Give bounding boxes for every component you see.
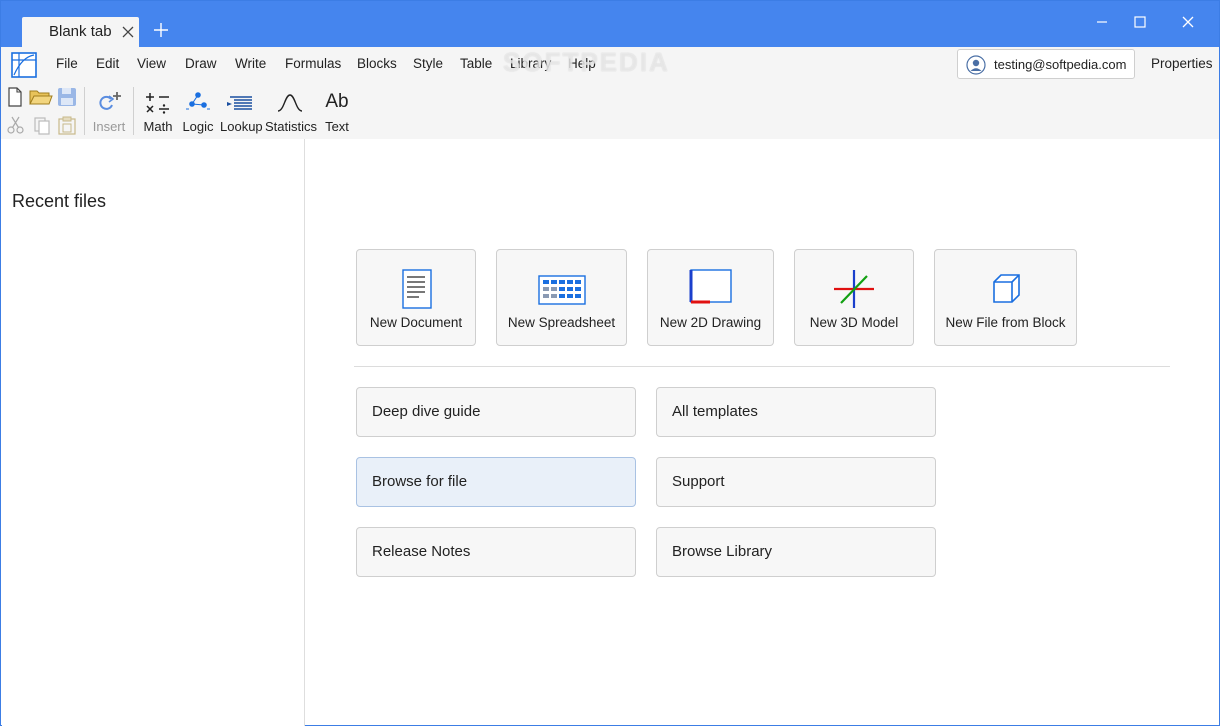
- menu-table[interactable]: Table: [460, 56, 492, 71]
- menu-write[interactable]: Write: [235, 56, 266, 71]
- new-2d-drawing-card[interactable]: New 2D Drawing: [647, 249, 774, 346]
- menu-draw[interactable]: Draw: [185, 56, 217, 71]
- menu-view[interactable]: View: [137, 56, 166, 71]
- logic-label: Logic: [182, 119, 214, 134]
- text-button[interactable]: Ab Text: [321, 91, 353, 137]
- account-email: testing@softpedia.com: [994, 57, 1127, 72]
- menu-file[interactable]: File: [56, 56, 78, 71]
- save-icon[interactable]: [57, 87, 77, 107]
- spreadsheet-icon: [537, 275, 586, 305]
- insert-button[interactable]: Insert: [90, 91, 128, 137]
- tab-label: Blank tab: [49, 23, 112, 40]
- statistics-label: Statistics: [265, 119, 318, 134]
- toolbar-separator: [84, 87, 85, 135]
- menu-formulas[interactable]: Formulas: [285, 56, 341, 71]
- open-folder-icon[interactable]: [29, 87, 53, 107]
- minimize-icon[interactable]: [1091, 11, 1113, 33]
- new-3d-model-label: New 3D Model: [809, 315, 899, 330]
- toolbar: Insert Math Logic Lookup Statistics Ab T…: [1, 81, 1219, 139]
- new-document-card[interactable]: New Document: [356, 249, 476, 346]
- title-bar: Blank tab: [1, 1, 1219, 47]
- logic-nodes-icon: [186, 92, 210, 110]
- deep-dive-guide-label: Deep dive guide: [372, 403, 481, 420]
- menu-blocks[interactable]: Blocks: [357, 56, 397, 71]
- new-spreadsheet-card[interactable]: New Spreadsheet: [496, 249, 627, 346]
- new-document-label: New Document: [369, 315, 463, 330]
- insert-icon: [99, 92, 121, 110]
- insert-label: Insert: [92, 119, 126, 134]
- paste-icon[interactable]: [57, 115, 77, 135]
- support-label: Support: [672, 473, 725, 490]
- math-label: Math: [143, 119, 173, 134]
- math-operators-icon: [146, 93, 169, 114]
- document-icon: [402, 269, 432, 309]
- recent-files-panel: Recent files: [2, 139, 305, 726]
- tab-blank[interactable]: Blank tab: [22, 17, 139, 47]
- cube-icon: [992, 274, 1020, 303]
- new-3d-model-card[interactable]: New 3D Model: [794, 249, 914, 346]
- copy-icon[interactable]: [32, 115, 52, 135]
- lookup-table-icon: [227, 96, 252, 110]
- new-2d-drawing-label: New 2D Drawing: [659, 315, 762, 330]
- toolbar-separator: [133, 87, 134, 135]
- release-notes-label: Release Notes: [372, 543, 471, 560]
- menu-style[interactable]: Style: [413, 56, 443, 71]
- new-spreadsheet-label: New Spreadsheet: [507, 315, 616, 330]
- all-templates-button[interactable]: All templates: [656, 387, 936, 437]
- 2d-drawing-icon: [689, 269, 732, 304]
- new-file-icon[interactable]: [5, 87, 25, 107]
- recent-files-title: Recent files: [12, 191, 107, 211]
- close-tab-icon[interactable]: [120, 24, 136, 40]
- watermark: SOFTPEDIA: [503, 47, 670, 77]
- 3d-axes-icon: [834, 270, 874, 308]
- lookup-label: Lookup: [220, 119, 263, 134]
- account-button[interactable]: testing@softpedia.com: [957, 49, 1135, 79]
- properties-button[interactable]: Properties: [1151, 56, 1213, 71]
- bell-curve-icon: [277, 94, 303, 112]
- browse-for-file-button[interactable]: Browse for file: [356, 457, 636, 507]
- app-logo-icon[interactable]: [10, 51, 38, 79]
- browse-library-button[interactable]: Browse Library: [656, 527, 936, 577]
- release-notes-button[interactable]: Release Notes: [356, 527, 636, 577]
- section-divider: [354, 366, 1170, 367]
- all-templates-label: All templates: [672, 403, 758, 420]
- text-style-icon: Ab: [325, 91, 349, 112]
- text-label: Text: [325, 119, 349, 134]
- cut-icon[interactable]: [6, 115, 26, 135]
- logic-button[interactable]: Logic: [181, 91, 215, 137]
- math-button[interactable]: Math: [141, 91, 175, 137]
- browse-for-file-label: Browse for file: [372, 473, 468, 490]
- browse-library-label: Browse Library: [672, 543, 773, 560]
- new-file-from-block-label: New File from Block: [945, 315, 1066, 330]
- statistics-button[interactable]: Statistics: [265, 91, 318, 137]
- support-button[interactable]: Support: [656, 457, 936, 507]
- menu-edit[interactable]: Edit: [96, 56, 119, 71]
- close-window-icon[interactable]: [1177, 11, 1199, 33]
- app-window: Blank tab File Edit View Draw Write Form…: [0, 0, 1220, 726]
- new-tab-icon[interactable]: [152, 21, 170, 39]
- user-avatar-icon: [966, 55, 986, 75]
- maximize-icon[interactable]: [1129, 11, 1151, 33]
- new-file-from-block-card[interactable]: New File from Block: [934, 249, 1077, 346]
- deep-dive-guide-button[interactable]: Deep dive guide: [356, 387, 636, 437]
- lookup-button[interactable]: Lookup: [220, 91, 263, 137]
